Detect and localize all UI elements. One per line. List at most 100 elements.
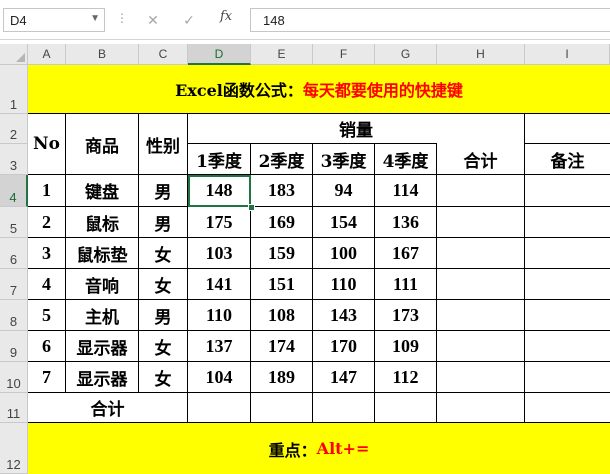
cell-product[interactable]: 音响 (66, 269, 138, 299)
row-header-4[interactable]: 4 (0, 175, 28, 207)
cell-q1[interactable]: 141 (188, 269, 250, 299)
row-header-5[interactable]: 5 (0, 207, 28, 238)
row-number: 5 (9, 221, 18, 236)
cell-q4[interactable]: 112 (375, 362, 436, 392)
grid-line (436, 144, 437, 423)
column-header-g[interactable]: G (375, 44, 437, 65)
row-header-6[interactable]: 6 (0, 238, 28, 269)
cell-q3[interactable]: 147 (313, 362, 374, 392)
column-header-b[interactable]: B (66, 44, 139, 65)
cell-q3[interactable]: 100 (313, 238, 374, 268)
cell-q3[interactable]: 170 (313, 331, 374, 361)
row-number: 8 (9, 314, 18, 329)
row-header-1[interactable]: 1 (0, 65, 28, 114)
column-header-e[interactable]: E (251, 44, 313, 65)
column-header-f[interactable]: F (313, 44, 375, 65)
cell-q4[interactable]: 136 (375, 207, 436, 237)
cell-gender[interactable]: 男 (139, 207, 187, 237)
cell-no[interactable]: 6 (28, 331, 65, 361)
cell-no[interactable]: 2 (28, 207, 65, 237)
row-header-3[interactable]: 3 (0, 144, 28, 175)
cell-product[interactable]: 主机 (66, 300, 138, 330)
row-number: 11 (6, 406, 21, 421)
column-header-d[interactable]: D (188, 44, 251, 65)
insert-function-icon[interactable]: fx (220, 9, 232, 24)
cell-q3[interactable]: 94 (313, 175, 374, 206)
cell-q1[interactable]: 137 (188, 331, 250, 361)
active-cell-selection[interactable] (188, 175, 251, 207)
cell-q2[interactable]: 183 (251, 175, 312, 206)
cell-product[interactable]: 鼠标垫 (66, 238, 138, 268)
cell-product[interactable]: 显示器 (66, 331, 138, 361)
cell-q2[interactable]: 159 (251, 238, 312, 268)
cell-gender[interactable]: 女 (139, 269, 187, 299)
cell-no[interactable]: 3 (28, 238, 65, 268)
header-q4[interactable]: 4季度 (375, 144, 436, 174)
header-q1[interactable]: 1季度 (188, 144, 250, 174)
cell-gender[interactable]: 女 (139, 238, 187, 268)
cell-gender[interactable]: 男 (139, 175, 187, 206)
row-header-11[interactable]: 11 (0, 393, 28, 423)
cell-q4[interactable]: 111 (375, 269, 436, 299)
cell-no[interactable]: 5 (28, 300, 65, 330)
cell-q1[interactable]: 103 (188, 238, 250, 268)
cell-q4[interactable]: 114 (375, 175, 436, 206)
cell-q4[interactable]: 173 (375, 300, 436, 330)
cell-no[interactable]: 1 (28, 175, 65, 206)
cell-gender[interactable]: 女 (139, 362, 187, 392)
header-note[interactable]: 备注 (525, 144, 610, 174)
column-header-c[interactable]: C (139, 44, 188, 65)
cell-q2[interactable]: 189 (251, 362, 312, 392)
header-product[interactable]: 商品 (66, 114, 138, 174)
formula-value: 148 (263, 13, 285, 28)
header-q3[interactable]: 3季度 (313, 144, 374, 174)
sheet-title[interactable]: Excel函数公式： 每天都要使用的快捷键 (28, 65, 610, 113)
header-sales[interactable]: 销量 (188, 114, 524, 143)
row-number: 3 (9, 158, 18, 173)
cell-product[interactable]: 鼠标 (66, 207, 138, 237)
cell-q2[interactable]: 174 (251, 331, 312, 361)
select-all-button[interactable] (0, 44, 28, 65)
cell-q4[interactable]: 167 (375, 238, 436, 268)
column-header-i[interactable]: I (525, 44, 610, 65)
name-box[interactable]: D4 ▼ (3, 8, 105, 32)
cell-q3[interactable]: 143 (313, 300, 374, 330)
cell-q2[interactable]: 169 (251, 207, 312, 237)
row-header-9[interactable]: 9 (0, 331, 28, 362)
cell-q1[interactable]: 175 (188, 207, 250, 237)
cell-q3[interactable]: 154 (313, 207, 374, 237)
cell-gender[interactable]: 男 (139, 300, 187, 330)
cancel-icon[interactable]: ✕ (142, 9, 164, 31)
formula-input[interactable]: 148 (250, 8, 610, 32)
fill-handle[interactable] (248, 204, 255, 211)
cell-gender[interactable]: 女 (139, 331, 187, 361)
cell-q2[interactable]: 151 (251, 269, 312, 299)
row-header-8[interactable]: 8 (0, 300, 28, 331)
cell-q3[interactable]: 110 (313, 269, 374, 299)
header-total[interactable]: 合计 (437, 144, 524, 174)
cell-no[interactable]: 7 (28, 362, 65, 392)
column-header-a[interactable]: A (28, 44, 66, 65)
name-box-value: D4 (10, 13, 27, 28)
row-header-10[interactable]: 10 (0, 362, 28, 393)
cell-q1[interactable]: 104 (188, 362, 250, 392)
chevron-down-icon[interactable]: ▼ (90, 13, 100, 24)
row-header-12[interactable]: 12 (0, 423, 28, 474)
drag-handle-icon[interactable]: ⋮ (116, 11, 128, 25)
column-header-h[interactable]: H (437, 44, 525, 65)
cell-q1[interactable]: 110 (188, 300, 250, 330)
check-icon[interactable]: ✓ (178, 9, 200, 31)
cell-q2[interactable]: 108 (251, 300, 312, 330)
cell-product[interactable]: 键盘 (66, 175, 138, 206)
total-label[interactable]: 合计 (28, 393, 187, 422)
footer-note[interactable]: 重点： Alt+= (28, 423, 610, 474)
title-highlight: 每天都要使用的快捷键 (302, 81, 463, 100)
cell-no[interactable]: 4 (28, 269, 65, 299)
cell-q4[interactable]: 109 (375, 331, 436, 361)
header-q2[interactable]: 2季度 (251, 144, 312, 174)
header-gender[interactable]: 性别 (139, 114, 187, 174)
row-header-2[interactable]: 2 (0, 114, 28, 144)
header-no[interactable]: No (28, 114, 65, 174)
row-header-7[interactable]: 7 (0, 269, 28, 300)
cell-product[interactable]: 显示器 (66, 362, 138, 392)
